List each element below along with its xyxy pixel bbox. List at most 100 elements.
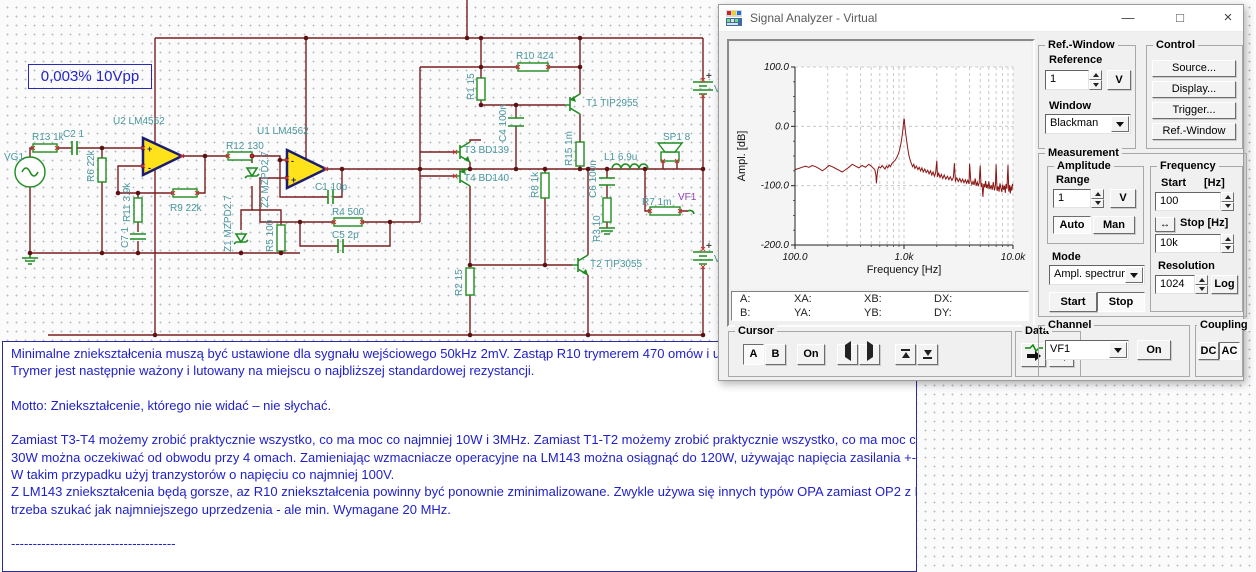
freq-span-icon[interactable]: ↔ [1155, 217, 1175, 232]
component-c2[interactable]: C2 1 [63, 129, 85, 155]
component-z1[interactable]: Z1 MZPD2.7 [223, 195, 249, 252]
component-r5[interactable]: R5 100 [265, 219, 286, 252]
start-button[interactable]: Start [1049, 292, 1097, 312]
freq-stop-stepper[interactable] [1221, 234, 1234, 253]
component-r3[interactable]: R3 10 [592, 197, 612, 242]
component-vf1-probe[interactable]: VF1 [678, 192, 697, 215]
component-r13[interactable]: R13 1k [32, 132, 65, 153]
close-icon[interactable]: × [1213, 7, 1243, 29]
component-u2-opamp[interactable]: + - U2 LM4562 [113, 116, 185, 177]
mode-select[interactable]: Ampl. spectrum [1049, 265, 1145, 285]
stop-button[interactable]: Stop [1097, 292, 1145, 312]
chevron-down-icon[interactable] [1111, 116, 1129, 132]
svg-text:10.0k: 10.0k [1001, 252, 1026, 263]
component-t1[interactable]: T1 TIP2955 [565, 93, 639, 115]
note-line [11, 414, 916, 431]
component-r6[interactable]: R6 22k [86, 149, 107, 183]
component-r1[interactable]: R1 15 [466, 73, 486, 101]
y-axis-label: Ampl. [dB] [736, 131, 748, 182]
amplitude-group: Amplitude Range 1 V Auto Man [1047, 160, 1144, 244]
component-c1[interactable]: C1 10p [315, 182, 348, 204]
svg-text:R2 15: R2 15 [454, 269, 465, 296]
thd-annotation[interactable]: 0,003% 10Vpp [28, 64, 152, 89]
svg-text:C6 100n: C6 100n [588, 160, 599, 198]
svg-text:-200.0: -200.0 [761, 240, 790, 251]
coupling-ac-button[interactable]: AC [1219, 342, 1240, 360]
chevron-down-icon[interactable] [1109, 342, 1127, 358]
component-t4[interactable]: T4 BD140 [455, 167, 509, 187]
maximize-icon[interactable]: □ [1165, 7, 1195, 29]
component-r9[interactable]: R9 22k [170, 188, 203, 214]
component-r15[interactable]: R15 1m [564, 131, 585, 167]
cursor-peak-down-icon[interactable] [917, 344, 938, 365]
component-t3[interactable]: T3 BD139 [455, 141, 509, 163]
component-t2[interactable]: T2 TIP3055 [572, 254, 643, 276]
freq-stop-input[interactable]: 10k [1155, 234, 1221, 253]
component-r7[interactable]: R7 1m [642, 197, 681, 216]
measurement-caption: Measurement [1045, 147, 1122, 159]
component-z2[interactable]: Z2 MZPD2.7 [244, 151, 271, 208]
svg-text:R9 22k: R9 22k [170, 203, 203, 214]
component-r11[interactable]: R11 3.9k [122, 182, 143, 223]
component-r4[interactable]: R4 500 [332, 207, 365, 227]
component-r2[interactable]: R2 15 [454, 267, 475, 296]
svg-text:R6 22k: R6 22k [86, 149, 97, 182]
signal-analyzer-window: Signal Analyzer - Virtual — □ × 100.0 0.0… [718, 4, 1251, 381]
auto-button[interactable]: Auto [1053, 216, 1091, 234]
cursor-left-icon[interactable] [837, 341, 858, 365]
component-c7[interactable]: C7 1 [120, 226, 146, 248]
coupling-dc-button[interactable]: DC [1198, 342, 1219, 360]
reference-label: Reference [1049, 54, 1103, 66]
cursor-a-button[interactable]: A [743, 344, 764, 365]
svg-text:C5 2p: C5 2p [332, 230, 359, 241]
note-line: trzeba szukać jak najmniejszego uprzedze… [11, 501, 451, 517]
range-input[interactable]: 1 [1053, 189, 1091, 208]
component-c6[interactable]: C6 100n [588, 160, 615, 198]
component-l1[interactable]: L1 6,9u [604, 152, 649, 170]
component-r8[interactable]: R8 1k [530, 171, 550, 199]
component-u1-opamp[interactable]: - + U1 LM4562 [257, 126, 329, 190]
cursor-on-button[interactable]: On [797, 344, 825, 365]
component-r10[interactable]: R10 424 [516, 51, 554, 72]
freq-start-input[interactable]: 100 [1155, 192, 1221, 211]
svg-text:R7 1m: R7 1m [642, 197, 671, 208]
man-button[interactable]: Man [1093, 216, 1135, 234]
minimize-icon[interactable]: — [1113, 7, 1143, 29]
readout-ya: YA: [794, 307, 811, 319]
resolution-stepper[interactable] [1195, 275, 1208, 294]
component-vg1[interactable]: VG1 [4, 152, 46, 188]
component-r12[interactable]: R12 130 [226, 141, 264, 161]
title-bar[interactable]: Signal Analyzer - Virtual — □ × [719, 5, 1243, 32]
component-sp1-speaker[interactable]: SP1 8 [656, 132, 691, 162]
note-line: W takim przypadku użyj tranzystorów o na… [11, 467, 395, 483]
svg-text:R1 15: R1 15 [466, 73, 477, 100]
cursor-b-button[interactable]: B [765, 344, 786, 365]
range-stepper[interactable] [1091, 189, 1104, 208]
window-select[interactable]: Blackman [1045, 114, 1131, 134]
resolution-input[interactable]: 1024 [1155, 275, 1195, 294]
range-unit-button[interactable]: V [1110, 189, 1136, 208]
chevron-down-icon[interactable] [1125, 267, 1143, 283]
freq-start-stepper[interactable] [1221, 192, 1234, 211]
display-button[interactable]: Display... [1152, 81, 1236, 98]
ref-window-button[interactable]: Ref.-Window [1152, 123, 1236, 140]
svg-text:C4 100n: C4 100n [498, 104, 509, 142]
log-button[interactable]: Log [1211, 275, 1238, 294]
component-c5[interactable]: C5 2p [332, 230, 359, 253]
note-line: Z LM143 zniekształcenia będą gorsze, az … [11, 484, 916, 500]
cursor-right-icon[interactable] [859, 341, 880, 365]
svg-text:100.0: 100.0 [764, 62, 789, 73]
channel-select[interactable]: VF1 [1045, 340, 1129, 360]
svg-text:Z1 MZPD2.7: Z1 MZPD2.7 [223, 195, 234, 252]
cursor-peak-up-icon[interactable] [895, 344, 916, 365]
reference-unit-button[interactable]: V [1107, 70, 1131, 90]
reference-stepper[interactable] [1089, 70, 1102, 90]
reference-input[interactable]: 1 [1045, 70, 1089, 90]
frequency-group: Frequency Start [Hz] 100 ↔ Stop [Hz] 10k… [1150, 160, 1243, 312]
channel-on-button[interactable]: On [1137, 340, 1171, 360]
svg-text:R8 1k: R8 1k [530, 171, 541, 198]
component-c4[interactable]: C4 100n [498, 104, 524, 142]
readout-b: B: [740, 307, 751, 319]
source-button[interactable]: Source... [1152, 60, 1236, 77]
trigger-button[interactable]: Trigger... [1152, 102, 1236, 119]
